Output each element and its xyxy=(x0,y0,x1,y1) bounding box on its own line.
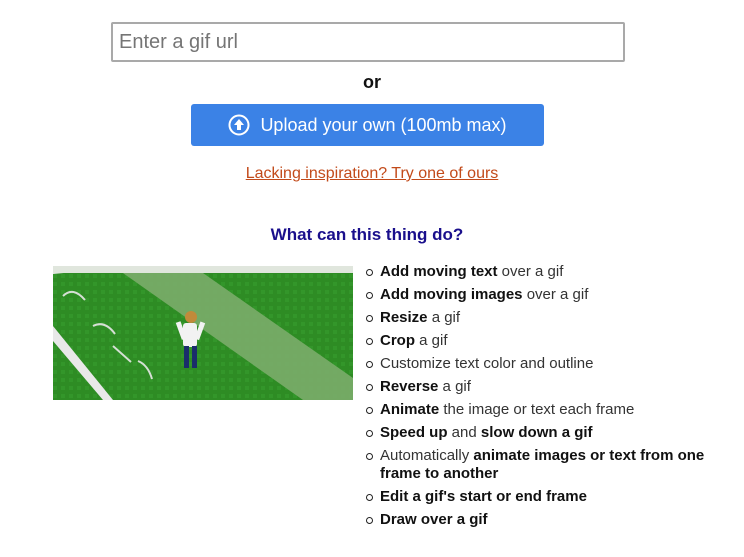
feature-item: Add moving text over a gif xyxy=(366,263,730,281)
features-list: Add moving text over a gif Add moving ima… xyxy=(362,263,730,534)
feature-text: and xyxy=(447,424,481,441)
feature-text: Add moving images xyxy=(380,286,523,303)
or-separator: or xyxy=(363,72,381,92)
feature-item: Speed up and slow down a gif xyxy=(366,424,730,442)
demo-gif-image xyxy=(53,266,353,400)
feature-text: a gif xyxy=(415,332,448,349)
feature-text: Crop xyxy=(380,332,415,349)
feature-item: Add moving images over a gif xyxy=(366,286,730,304)
inspiration-link[interactable]: Lacking inspiration? Try one of ours xyxy=(246,165,499,182)
upload-arrow-circle-icon xyxy=(228,114,250,136)
gif-url-input[interactable] xyxy=(111,22,625,62)
feature-item: Edit a gif's start or end frame xyxy=(366,488,730,506)
feature-item: Reverse a gif xyxy=(366,378,730,396)
feature-text: over a gif xyxy=(497,263,564,280)
feature-text: the image or text each frame xyxy=(439,401,635,418)
feature-text: Resize xyxy=(380,309,428,326)
feature-text: Add moving text xyxy=(380,263,498,280)
upload-button[interactable]: Upload your own (100mb max) xyxy=(191,104,544,146)
feature-text: Edit a gif's start or end frame xyxy=(380,488,587,505)
feature-text: slow down a gif xyxy=(480,424,593,441)
feature-text: Speed up xyxy=(380,424,448,441)
feature-text: Customize text color and outline xyxy=(380,355,594,372)
feature-text: Draw over a gif xyxy=(380,511,488,528)
feature-item: Automatically animate images or text fro… xyxy=(366,447,730,483)
feature-text: Automatically xyxy=(380,447,474,464)
feature-item: Draw over a gif xyxy=(366,511,730,529)
feature-item: Animate the image or text each frame xyxy=(366,401,730,419)
feature-text: Reverse xyxy=(380,378,439,395)
features-heading: What can this thing do? xyxy=(270,225,464,244)
feature-text: a gif xyxy=(427,309,461,326)
feature-text: a gif xyxy=(438,378,471,395)
feature-item: Crop a gif xyxy=(366,332,730,350)
feature-item: Resize a gif xyxy=(366,309,730,327)
feature-item: Customize text color and outline xyxy=(366,355,730,373)
feature-text: over a gif xyxy=(522,286,589,303)
feature-text: Animate xyxy=(380,401,440,418)
upload-button-label: Upload your own (100mb max) xyxy=(260,114,507,135)
